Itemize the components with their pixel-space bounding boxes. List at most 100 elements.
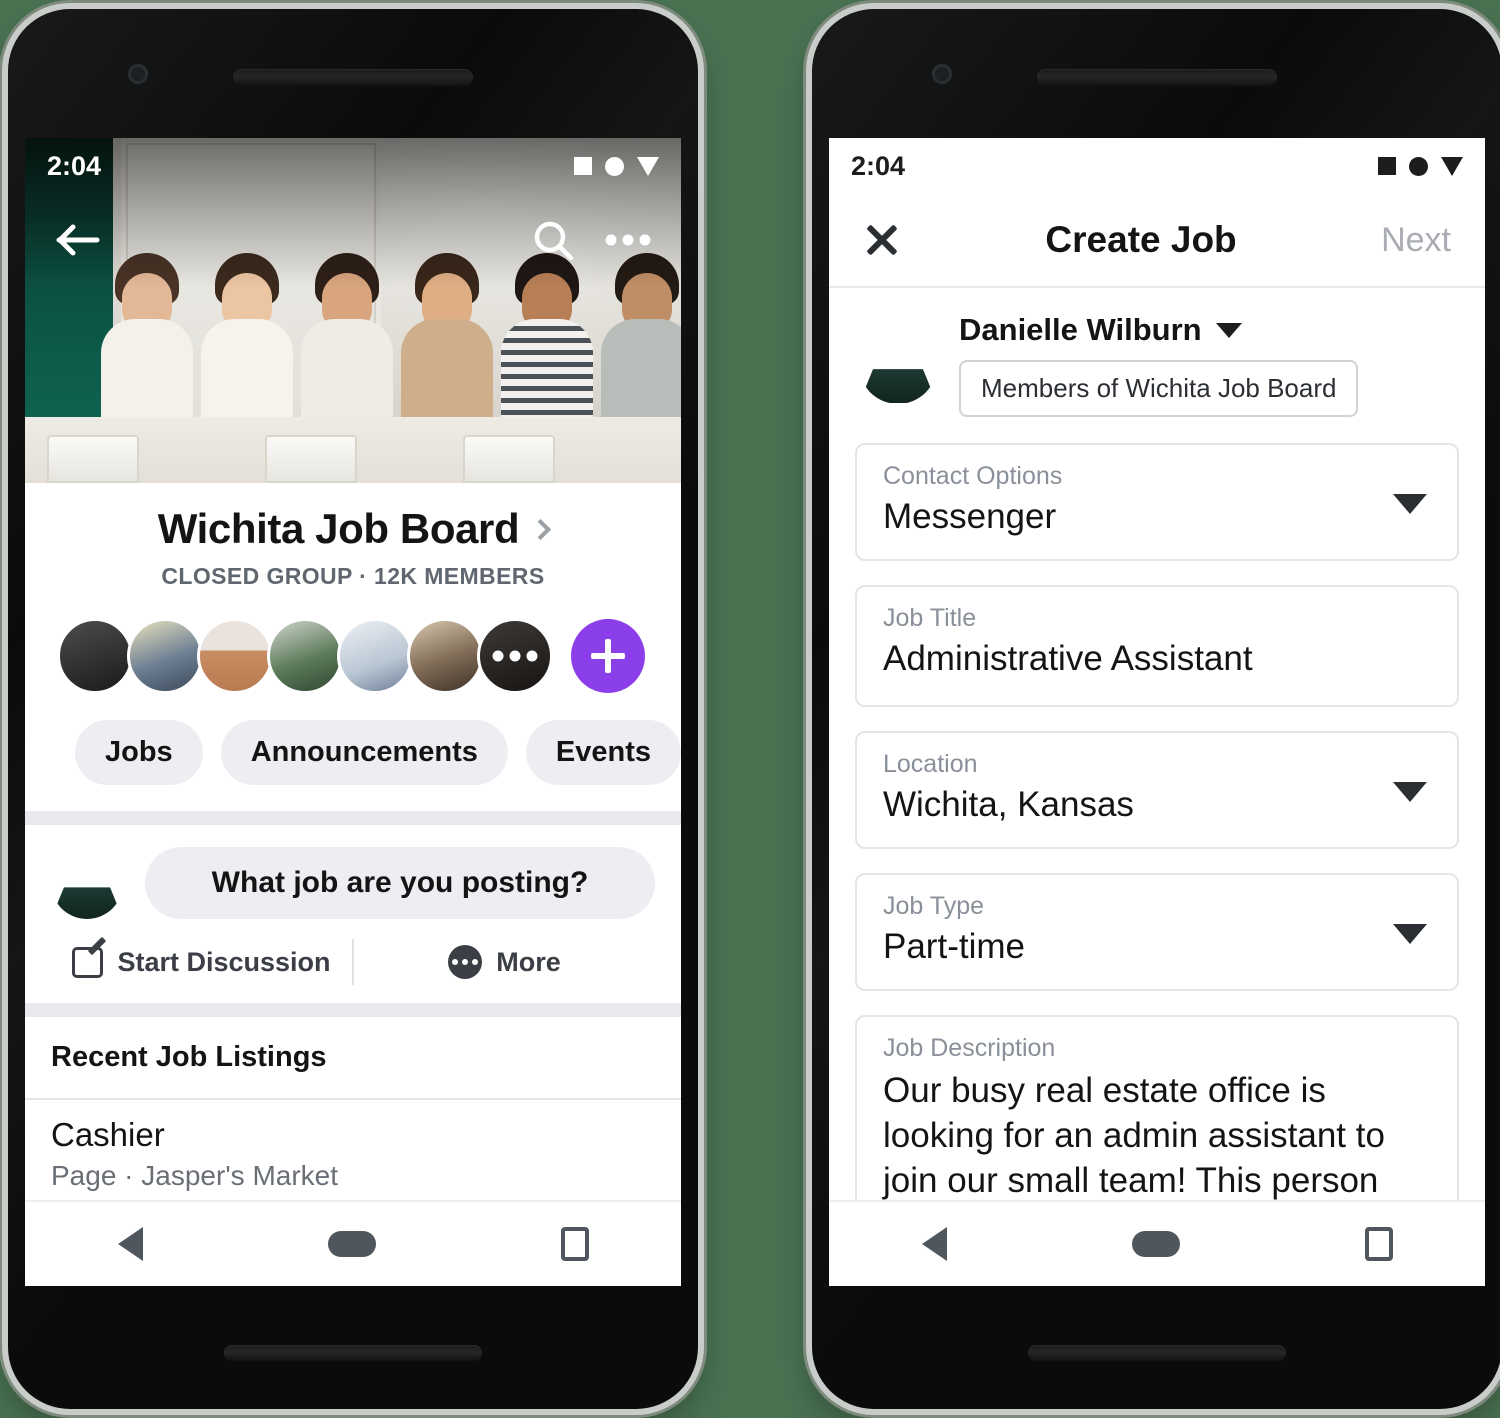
avatar[interactable] xyxy=(859,325,937,404)
back-arrow-icon[interactable] xyxy=(55,220,101,260)
close-icon[interactable] xyxy=(863,221,901,259)
earpiece-speaker xyxy=(233,69,473,86)
tab-announcements[interactable]: Announcements xyxy=(220,720,508,785)
composer-row: What job are you posting? xyxy=(51,847,655,919)
android-nav-bar xyxy=(829,1200,1485,1286)
start-discussion-button[interactable]: Start Discussion xyxy=(51,946,352,978)
job-title: Cashier xyxy=(51,1116,165,1153)
compose-pencil-icon xyxy=(72,946,104,978)
group-title-row[interactable]: Wichita Job Board xyxy=(25,505,681,553)
nav-home-icon[interactable] xyxy=(1131,1231,1180,1257)
field-label: Job Type xyxy=(883,892,985,920)
field-label: Location xyxy=(883,750,978,778)
nav-back-icon[interactable] xyxy=(117,1227,143,1261)
triangle-down-icon xyxy=(637,156,659,176)
square-icon xyxy=(574,157,592,175)
nav-recents-icon[interactable] xyxy=(1364,1227,1393,1261)
field-value: Administrative Assistant xyxy=(883,639,1253,678)
avatar-overflow[interactable] xyxy=(477,618,553,694)
earpiece-speaker xyxy=(1037,69,1277,86)
add-member-button[interactable] xyxy=(571,619,645,693)
section-title-recent-jobs: Recent Job Listings xyxy=(51,1041,327,1073)
avatar[interactable] xyxy=(267,618,343,694)
field-label: Job Description xyxy=(883,1034,1056,1062)
more-dots-icon xyxy=(448,945,483,979)
composer-actions: Start Discussion More xyxy=(51,939,655,1003)
status-time: 2:04 xyxy=(851,150,906,181)
bottom-speaker xyxy=(1028,1345,1286,1361)
android-nav-bar xyxy=(25,1200,681,1286)
chevron-down-icon[interactable] xyxy=(1393,494,1427,514)
status-icons xyxy=(574,156,659,176)
status-time: 2:04 xyxy=(47,150,102,181)
chevron-down-icon[interactable] xyxy=(1393,924,1427,944)
more-button[interactable]: More xyxy=(354,945,655,979)
chevron-right-icon xyxy=(530,518,552,540)
avatar[interactable] xyxy=(337,618,413,694)
search-icon[interactable] xyxy=(531,218,575,262)
status-icons xyxy=(1378,156,1463,176)
triangle-down-icon xyxy=(1441,156,1463,176)
author-name-row[interactable]: Danielle Wilburn xyxy=(959,312,1358,348)
field-contact-options[interactable]: Contact Options Messenger xyxy=(855,443,1459,561)
cover-laptop xyxy=(47,435,139,483)
create-job-header: Create Job Next xyxy=(829,194,1485,288)
start-discussion-label: Start Discussion xyxy=(117,946,331,977)
phone-device-left: 2:04 Wichita Job Board CLOSED GROUP · 12… xyxy=(8,9,698,1409)
group-header: Wichita Job Board CLOSED GROUP · 12K MEM… xyxy=(25,483,681,600)
composer-input[interactable]: What job are you posting? xyxy=(145,847,655,919)
author-name: Danielle Wilburn xyxy=(959,312,1202,347)
cover-laptop xyxy=(463,435,555,483)
avatar[interactable] xyxy=(197,618,273,694)
audience-selector[interactable]: Members of Wichita Job Board xyxy=(959,360,1359,417)
status-bar: 2:04 xyxy=(25,138,681,194)
author-block: Danielle Wilburn Members of Wichita Job … xyxy=(959,312,1359,417)
group-cover-photo[interactable]: 2:04 xyxy=(25,138,681,483)
page-title: Create Job xyxy=(1045,219,1237,260)
circle-icon xyxy=(605,156,624,176)
field-value: Part-time xyxy=(883,927,1025,966)
field-job-type[interactable]: Job Type Part-time xyxy=(855,873,1459,991)
more-members-dots-icon xyxy=(492,650,538,662)
avatar[interactable] xyxy=(57,618,133,694)
create-job-form: Contact Options Messenger Job Title Admi… xyxy=(829,433,1485,1286)
front-camera-icon xyxy=(128,64,148,84)
field-label: Job Title xyxy=(883,604,977,632)
cover-laptop xyxy=(265,435,357,483)
status-bar: 2:04 xyxy=(829,138,1485,194)
screen-left: 2:04 Wichita Job Board CLOSED GROUP · 12… xyxy=(25,138,681,1286)
avatar[interactable] xyxy=(51,847,123,919)
job-source: Page · Jasper's Market xyxy=(51,1160,339,1191)
field-value: Messenger xyxy=(883,497,1057,536)
field-location[interactable]: Location Wichita, Kansas xyxy=(855,731,1459,849)
tab-events[interactable]: Events xyxy=(525,720,681,785)
field-job-title[interactable]: Job Title Administrative Assistant xyxy=(855,585,1459,707)
group-tab-chips: Jobs Announcements Events Photos xyxy=(25,698,681,811)
caret-down-icon xyxy=(1215,322,1242,338)
field-value: Wichita, Kansas xyxy=(883,785,1134,824)
square-icon xyxy=(1378,157,1396,175)
screenshot-canvas: 2:04 Wichita Job Board CLOSED GROUP · 12… xyxy=(0,0,1500,1418)
chevron-down-icon[interactable] xyxy=(1393,782,1427,802)
avatar[interactable] xyxy=(407,618,483,694)
page-title: Wichita Job Board xyxy=(157,505,520,552)
nav-home-icon[interactable] xyxy=(327,1231,376,1257)
tab-jobs[interactable]: Jobs xyxy=(75,720,203,785)
field-label: Contact Options xyxy=(883,462,1063,490)
section-divider xyxy=(25,1003,681,1017)
circle-icon xyxy=(1409,156,1428,176)
more-label: More xyxy=(496,946,561,977)
nav-recents-icon[interactable] xyxy=(560,1227,589,1261)
section-divider xyxy=(25,811,681,825)
author-audience-row: Danielle Wilburn Members of Wichita Job … xyxy=(829,288,1485,433)
plus-icon xyxy=(591,639,625,673)
front-camera-icon xyxy=(932,64,952,84)
next-button[interactable]: Next xyxy=(1381,221,1451,260)
screen-right: 2:04 Create Job Next Danielle Wilburn Me… xyxy=(829,138,1485,1286)
member-avatar-strip xyxy=(25,600,681,698)
bottom-speaker xyxy=(224,1345,482,1361)
phone-device-right: 2:04 Create Job Next Danielle Wilburn Me… xyxy=(812,9,1500,1409)
more-options-icon[interactable] xyxy=(605,233,651,247)
avatar[interactable] xyxy=(127,618,203,694)
nav-back-icon[interactable] xyxy=(921,1227,947,1261)
